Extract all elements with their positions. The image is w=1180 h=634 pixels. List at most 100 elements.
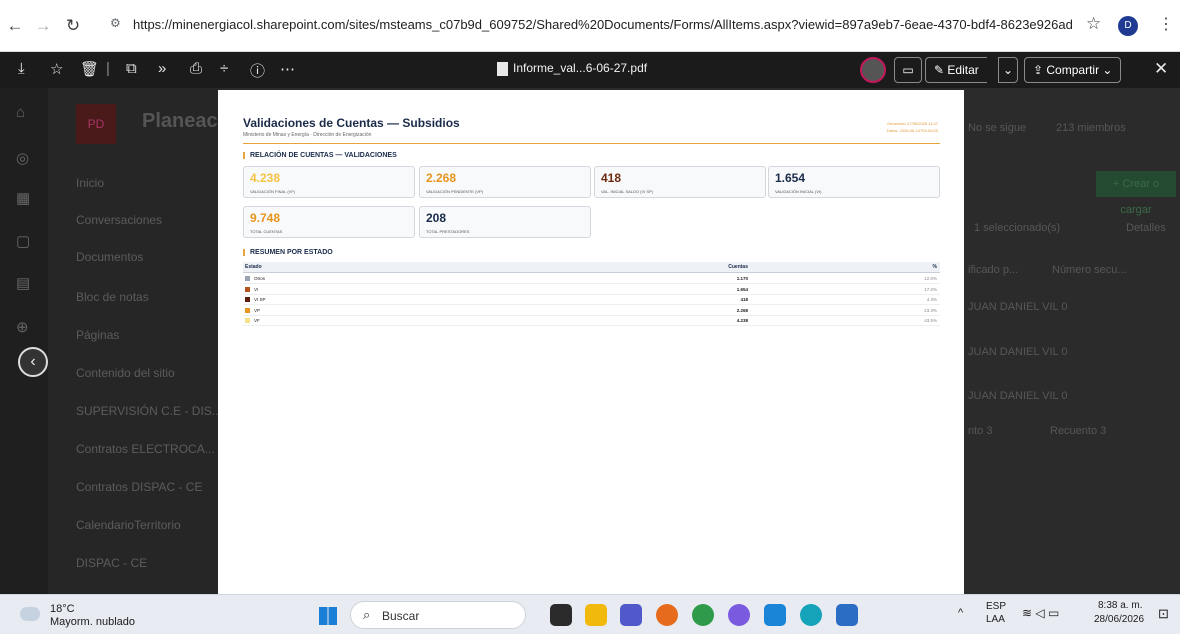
share-button-label: Compartir [1046,63,1100,77]
more-icon[interactable]: ⋯ [280,60,295,78]
clock-time[interactable]: 8:38 a. m. [1098,600,1142,611]
files-icon[interactable]: ▢ [16,232,30,250]
user-avatar[interactable] [860,57,886,83]
nav-item-conversaciones[interactable]: Conversaciones [76,213,162,227]
edit-button[interactable]: ✎ Editar [925,57,987,83]
home-icon[interactable]: ⌂ [16,104,25,121]
firefox-icon[interactable] [656,604,678,626]
move-icon[interactable]: » [158,60,166,77]
comment-button[interactable]: ▭ [894,57,922,83]
create-upload-button[interactable]: + Crear o cargar [1096,171,1176,216]
globe-icon[interactable]: ◎ [16,149,29,167]
forward-arrow-icon[interactable]: → [32,15,54,37]
profile-avatar[interactable]: D [1118,16,1138,36]
site-name: Planeac [142,110,218,132]
copy-link-icon[interactable]: ⧉ [126,60,137,77]
count-label-2: Recuento 3 [1050,425,1107,437]
cell-estado: VP [254,307,261,313]
copilot-icon[interactable] [728,604,750,626]
list-icon[interactable]: ▤ [16,274,30,292]
follow-status[interactable]: No se sigue [968,122,1026,134]
split-icon[interactable]: ÷ [220,60,228,77]
weather-description[interactable]: Mayorm. nublado [50,616,135,628]
pdf-page: Validaciones de Cuentas — Subsidios Mini… [218,90,964,594]
download-icon[interactable]: ⤓ [18,60,25,77]
nav-item-documentos[interactable]: Documentos [76,250,143,264]
column-header-modified-by[interactable]: ificado p... [968,264,1018,276]
create-icon[interactable]: ⊕ [16,318,29,336]
file-explorer-icon[interactable] [585,604,607,626]
pencil-icon: ✎ [934,63,948,77]
print-icon[interactable]: ⎙ [190,60,202,77]
calendar-icon[interactable] [764,604,786,626]
table-row: VF 4.238 43.5% [243,316,940,326]
nav-item-calendario[interactable]: CalendarioTerritorio [76,518,181,532]
wifi-volume-battery-icon[interactable]: ≋ ◁ ▭ [1022,606,1059,620]
clock-date[interactable]: 28/06/2026 [1094,614,1144,625]
share-button[interactable]: ⇪ Compartir ⌄ [1024,57,1122,83]
word-icon[interactable] [836,604,858,626]
nav-item-bloc-de-notas[interactable]: Bloc de notas [76,290,149,304]
kpi-value: 4.238 [250,171,281,185]
site-settings-icon[interactable]: ⚙ [110,16,121,30]
bookmark-star-icon[interactable]: ☆ [1086,14,1101,34]
table-row: VI SP 418 4.3% [243,295,940,305]
address-bar[interactable]: https://minenergiacol.sharepoint.com/sit… [133,17,1073,32]
previous-file-button[interactable]: ‹ [18,347,48,377]
edit-dropdown-chevron-icon[interactable]: ⌄ [998,57,1018,83]
column-header-number[interactable]: Número secu... [1052,264,1127,276]
table-row[interactable]: JUAN DANIEL VIL 0 [968,346,1067,358]
members-count[interactable]: 213 miembros [1056,122,1126,134]
cell-estado: VI [254,286,259,292]
keyboard-layout[interactable]: LAA [986,614,1005,625]
table-row[interactable]: JUAN DANIEL VIL 0 [968,390,1067,402]
nav-item-contenido[interactable]: Contenido del sitio [76,366,175,380]
selection-count[interactable]: 1 seleccionado(s) [974,222,1060,234]
edge-icon[interactable] [800,604,822,626]
task-view-icon[interactable] [550,604,572,626]
favorite-star-icon[interactable]: ☆ [50,60,63,78]
close-icon[interactable]: ✕ [1154,59,1168,79]
notification-icon[interactable]: ⊡ [1158,606,1169,622]
table-row[interactable]: JUAN DANIEL VIL 0 [968,301,1067,313]
report-title: Validaciones de Cuentas — Subsidios [243,116,460,130]
kpi-label: VALIDACIÓN PENDIENTE (VP) [426,189,484,194]
pdf-filename: Informe_val...6-06-27.pdf [513,61,648,75]
cell-estado: VI SP [254,297,266,302]
search-icon: ⌕ [363,607,371,622]
kpi-label: VALIDACIÓN FINAL (VF) [250,189,296,194]
windows-start-icon[interactable] [319,607,337,625]
show-hidden-icons-icon[interactable]: ^ [958,607,963,619]
kpi-value: 418 [601,171,622,185]
browser-menu-icon[interactable]: ⋮ [1158,14,1174,34]
header-estado: Estado [245,264,262,270]
nav-item-paginas[interactable]: Páginas [76,328,119,342]
teams-icon[interactable] [620,604,642,626]
cell-cuentas: 4.238 [736,318,748,323]
language-code[interactable]: ESP [986,601,1006,612]
table-row: Otros 1.170 12.0% [243,274,940,284]
taskbar-search[interactable]: ⌕ Buscar [350,601,526,629]
separator-icon: | [106,60,110,77]
nav-item-contratos-electroca[interactable]: Contratos ELECTROCA... [76,442,215,456]
details-button[interactable]: Detalles [1126,222,1166,234]
nav-item-contratos-dispac[interactable]: Contratos DISPAC - CE [76,480,202,494]
chrome-icon[interactable] [692,604,714,626]
cloud-icon[interactable] [20,607,40,621]
nav-item-inicio[interactable]: Inicio [76,176,104,190]
nav-item-dispac-ce[interactable]: DISPAC - CE [76,556,147,570]
table-header: Estado Cuentas % [243,262,940,273]
delete-icon[interactable]: 🗑 [80,60,99,78]
weather-temp[interactable]: 18°C [50,603,75,615]
section-title-summary: RESUMEN POR ESTADO [243,249,333,256]
site-logo: PD [76,104,116,144]
cell-pct: 4.3% [926,297,937,302]
reload-icon[interactable]: ↻ [62,15,84,37]
nav-item-supervision[interactable]: SUPERVISIÓN C.E - DIS... [76,404,222,418]
generated-date: Generado: 27/06/2026 11:47 [887,121,938,126]
status-swatch [245,297,250,302]
back-arrow-icon[interactable]: ← [4,15,26,37]
info-icon[interactable]: ⓘ [250,60,265,81]
kpi-value: 1.654 [775,171,806,185]
news-icon[interactable]: ▦ [16,189,30,207]
